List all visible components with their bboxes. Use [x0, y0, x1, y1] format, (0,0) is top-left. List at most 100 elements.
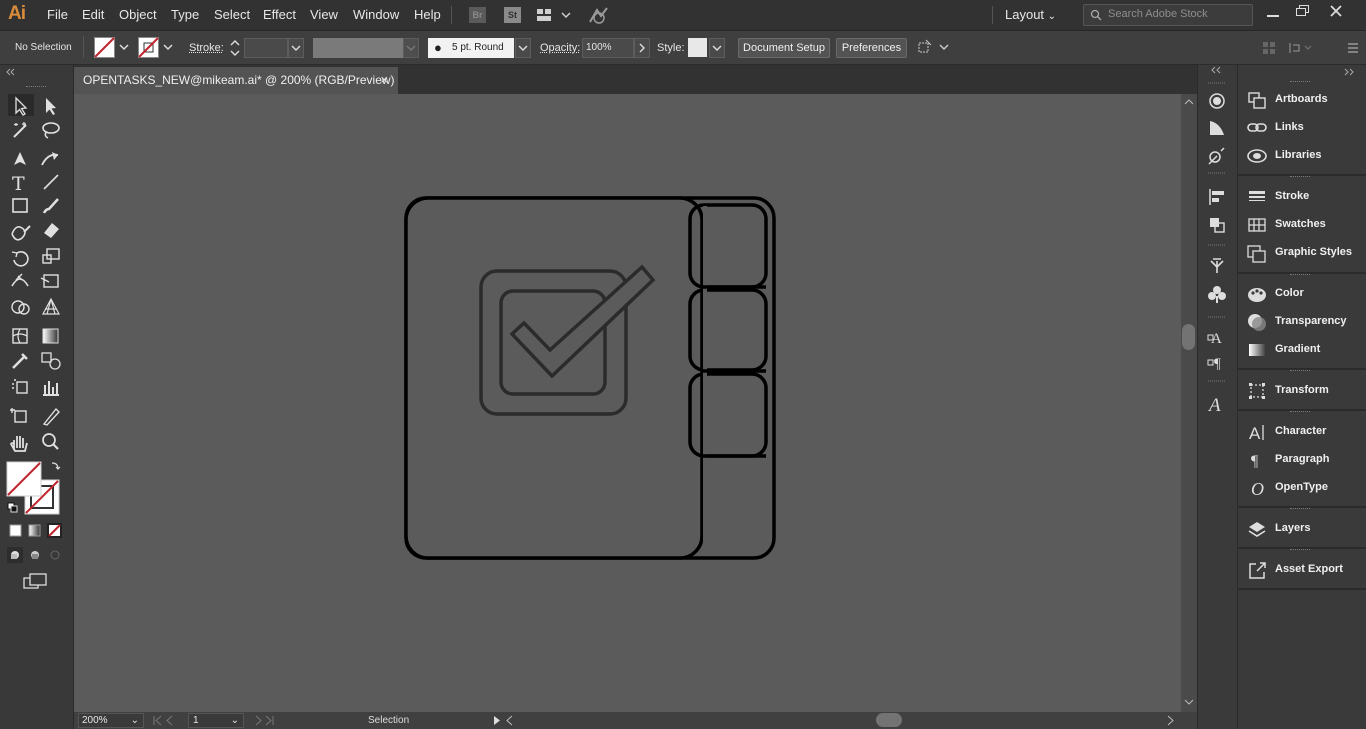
rectangle-tool-icon[interactable]	[12, 198, 28, 213]
glyphs-icon[interactable]: A	[1207, 395, 1221, 416]
eyedropper-tool-icon[interactable]	[12, 353, 28, 369]
artboard-prev-icons[interactable]	[152, 715, 190, 726]
menu-help[interactable]: Help	[414, 7, 441, 22]
status-menu-icons[interactable]	[492, 715, 516, 726]
current-tool-status[interactable]: Selection	[368, 715, 409, 726]
stroke-weight-dropdown[interactable]	[288, 38, 304, 58]
draw-inside-icon[interactable]	[50, 550, 60, 560]
panel-transparency[interactable]: Transparency	[1247, 311, 1362, 333]
artboard-number-field[interactable]: 1 ⌄	[188, 713, 244, 728]
panel-layers[interactable]: Layers	[1247, 518, 1362, 540]
type-tool-icon[interactable]: T	[12, 173, 25, 195]
control-bar-menu-icon[interactable]	[1346, 40, 1360, 56]
fill-swatch[interactable]	[94, 37, 116, 59]
gpu-performance-icon[interactable]	[587, 5, 611, 25]
gradient-mode-icon[interactable]	[28, 524, 41, 537]
profile-dropdown[interactable]	[403, 38, 419, 58]
column-graph-tool-icon[interactable]	[43, 381, 59, 396]
collapse-panels-icon[interactable]	[1343, 68, 1357, 76]
workspace-switcher[interactable]: Layout ⌄	[1005, 7, 1056, 22]
panel-paragraph[interactable]: ¶ Paragraph	[1247, 449, 1362, 471]
panel-links[interactable]: Links	[1247, 117, 1362, 139]
draw-normal-icon[interactable]	[7, 547, 23, 563]
zoom-tool-icon[interactable]	[42, 433, 59, 450]
opacity-field[interactable]: 100%	[582, 38, 634, 58]
panel-asset-export[interactable]: Asset Export	[1247, 559, 1362, 581]
menu-file[interactable]: File	[47, 7, 68, 22]
magic-wand-tool-icon[interactable]	[13, 122, 27, 138]
menu-object[interactable]: Object	[119, 7, 157, 22]
perspective-grid-tool-icon[interactable]	[42, 297, 60, 315]
stroke-color-control[interactable]	[6, 461, 42, 497]
direct-selection-tool-icon[interactable]	[46, 98, 56, 115]
restore-button[interactable]	[1296, 5, 1310, 17]
paintbrush-tool-icon[interactable]	[42, 198, 59, 214]
eraser-tool-icon[interactable]	[44, 223, 59, 238]
lasso-tool-icon[interactable]	[42, 122, 60, 139]
minimize-button[interactable]	[1267, 15, 1279, 17]
none-mode-icon[interactable]	[47, 523, 62, 538]
menu-select[interactable]: Select	[214, 7, 250, 22]
document-tab[interactable]: OPENTASKS_NEW@mikeam.ai* @ 200% (RGB/Pre…	[74, 67, 398, 94]
panel-libraries[interactable]: Libraries	[1247, 145, 1362, 167]
stroke-weight-field[interactable]	[244, 38, 288, 58]
scale-tool-icon[interactable]	[42, 248, 60, 264]
align-icon[interactable]	[1209, 189, 1224, 205]
pathfinder-icon[interactable]	[1210, 218, 1225, 233]
draw-behind-icon[interactable]	[31, 551, 39, 559]
bridge-button[interactable]: Br	[469, 7, 486, 23]
puppet-warp-icon[interactable]	[1210, 258, 1224, 273]
default-fill-stroke-icon[interactable]	[7, 502, 18, 513]
panel-color[interactable]: Color	[1247, 283, 1362, 305]
brush-dropdown[interactable]	[515, 38, 531, 58]
rotate-tool-icon[interactable]	[11, 251, 29, 267]
stroke-dropdown-icon[interactable]	[162, 42, 174, 52]
panel-transform[interactable]: Transform	[1247, 380, 1362, 402]
brush-definition[interactable]: ● 5 pt. Round	[428, 38, 514, 58]
menu-type[interactable]: Type	[171, 7, 199, 22]
panel-swatches[interactable]: Swatches	[1247, 214, 1362, 236]
stroke-weight-stepper[interactable]	[228, 38, 242, 58]
slice-tool-icon[interactable]	[42, 407, 60, 426]
character-styles-icon[interactable]: A	[1207, 331, 1222, 347]
panel-stroke[interactable]: Stroke	[1247, 186, 1362, 208]
gradient-tool-icon[interactable]	[42, 328, 59, 344]
color-mode-icon[interactable]	[9, 524, 22, 537]
mesh-tool-icon[interactable]	[12, 328, 28, 344]
collapse-tools-icon[interactable]	[5, 68, 17, 76]
stock-search-input[interactable]: Search Adobe Stock	[1083, 4, 1253, 26]
panel-gradient[interactable]: Gradient	[1247, 339, 1362, 361]
artboard-next-icons[interactable]	[254, 715, 282, 726]
vertical-scroll-thumb[interactable]	[1182, 324, 1195, 350]
blend-tool-icon[interactable]	[41, 352, 61, 370]
symbol-sprayer-tool-icon[interactable]	[12, 379, 28, 394]
menu-view[interactable]: View	[310, 7, 338, 22]
brushes-icon[interactable]	[1210, 121, 1224, 135]
vertical-scrollbar[interactable]	[1181, 94, 1197, 712]
menu-window[interactable]: Window	[353, 7, 399, 22]
swap-fill-stroke-icon[interactable]	[51, 462, 61, 470]
club-symbol-icon[interactable]	[1208, 286, 1226, 303]
screen-mode-icon[interactable]	[23, 573, 47, 589]
preferences-button[interactable]: Preferences	[836, 38, 907, 58]
width-tool-icon[interactable]	[11, 273, 29, 287]
curvature-tool-icon[interactable]	[41, 152, 59, 166]
panel-character[interactable]: A Character	[1247, 421, 1362, 443]
menu-effect[interactable]: Effect	[263, 7, 296, 22]
shaper-tool-icon[interactable]	[11, 225, 31, 241]
appearance-icon[interactable]	[1209, 93, 1225, 109]
fill-dropdown-icon[interactable]	[118, 42, 130, 52]
artboard-tool-icon[interactable]	[10, 408, 27, 423]
align-to-icon[interactable]	[916, 38, 950, 58]
shape-builder-tool-icon[interactable]	[11, 300, 30, 315]
menu-edit[interactable]: Edit	[82, 7, 104, 22]
opacity-dropdown[interactable]	[634, 38, 650, 58]
opentasks-artwork[interactable]	[400, 194, 780, 564]
graphic-style-swatch[interactable]	[688, 38, 707, 57]
free-transform-tool-icon[interactable]	[40, 274, 59, 288]
paragraph-styles-icon[interactable]: ¶	[1207, 356, 1221, 372]
close-window-button[interactable]	[1329, 4, 1343, 18]
stroke-swatch[interactable]	[138, 37, 160, 59]
zoom-level-field[interactable]: 200% ⌄	[78, 713, 144, 728]
line-tool-icon[interactable]	[43, 174, 59, 190]
